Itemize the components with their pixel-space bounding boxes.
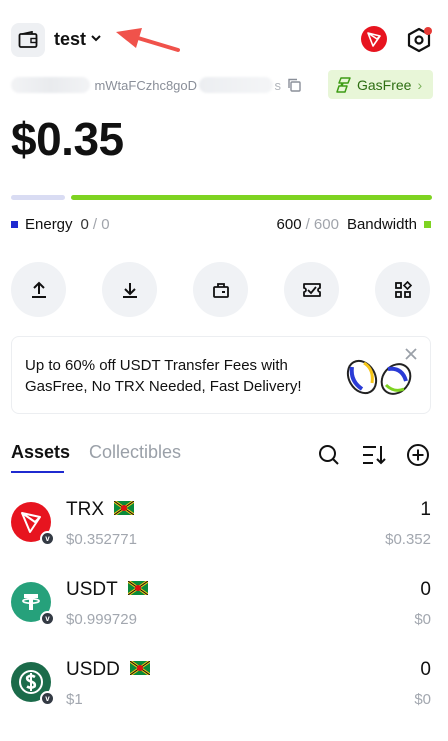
address-tail: s [274,77,282,93]
wallet-name[interactable]: test [54,29,86,50]
address-redaction [11,77,91,93]
gasfree-button[interactable]: GasFree › [328,70,433,99]
verified-badge-icon: v [40,531,55,546]
asset-amount: 0 [420,659,431,680]
active-tab-indicator [11,471,64,473]
energy-total: / 0 [92,216,110,233]
promo-banner[interactable]: Up to 60% off USDT Transfer Fees with Ga… [11,336,431,414]
bandwidth-legend-square [424,221,431,228]
gasfree-icon [336,76,351,93]
asset-amount: 1 [420,499,431,520]
asset-row-trx[interactable]: v TRX $0.352771 1 $0.352 [0,499,448,564]
address-text: mWtaFCzhc8goD [94,77,198,93]
ticket-icon [302,282,321,297]
asset-symbol: USDT [66,579,149,601]
asset-value: $0.352 [385,531,431,548]
sort-icon[interactable] [361,442,387,468]
bandwidth-total: / 600 [305,216,339,233]
wallet-icon[interactable] [11,23,45,57]
voucher-button[interactable] [284,262,339,317]
bandwidth-stats[interactable]: 600 / 600 Bandwidth [277,216,431,233]
asset-amount: 0 [420,579,431,600]
bandwidth-used: 600 [276,216,302,233]
tron-network-icon[interactable] [361,26,387,52]
flag-icon [128,659,151,681]
energy-stats[interactable]: Energy 0 / 0 [11,216,110,233]
asset-price: $0.352771 [66,531,137,548]
flag-icon [126,579,149,601]
notification-dot [424,27,432,35]
wallet-address[interactable]: mWtaFCzhc8goD s [11,74,301,96]
promo-text: Up to 60% off USDT Transfer Fees with Ga… [25,357,302,395]
asset-symbol: USDD [66,659,151,681]
flag-icon [113,499,135,521]
send-icon [31,281,46,298]
asset-value: $0 [414,611,431,628]
send-button[interactable] [11,262,66,317]
settings-button[interactable] [402,23,436,57]
copy-icon[interactable] [287,78,301,92]
energy-bar [11,195,65,200]
more-apps-button[interactable] [375,262,430,317]
energy-legend-square [11,221,18,228]
close-icon[interactable] [404,347,418,366]
tab-assets[interactable]: Assets [11,442,70,463]
add-token-icon[interactable] [405,442,431,468]
asset-row-usdt[interactable]: v USDT $0.999729 0 $0 [0,579,448,644]
tab-collectibles[interactable]: Collectibles [89,442,181,463]
buy-button[interactable] [193,262,248,317]
asset-row-usdd[interactable]: v USDD $1 0 $0 [0,659,448,724]
receive-button[interactable] [102,262,157,317]
energy-used: 0 [80,216,89,233]
energy-label: Energy [25,216,73,233]
bandwidth-label: Bandwidth [346,216,417,233]
gasfree-label: GasFree [357,76,412,93]
asset-value: $0 [414,691,431,708]
receive-icon [122,282,137,298]
apps-icon [394,280,412,298]
asset-symbol: TRX [66,499,135,521]
chevron-down-icon[interactable] [90,31,102,49]
bag-icon [212,282,229,298]
verified-badge-icon: v [40,691,55,706]
asset-price: $1 [66,691,83,708]
asset-price: $0.999729 [66,611,137,628]
annotation-arrow-icon [112,24,180,59]
bandwidth-bar [71,195,432,200]
search-icon[interactable] [316,442,342,468]
address-redaction [199,77,273,93]
verified-badge-icon: v [40,611,55,626]
total-balance: $0.35 [11,113,124,165]
chevron-right-icon: › [417,76,423,93]
